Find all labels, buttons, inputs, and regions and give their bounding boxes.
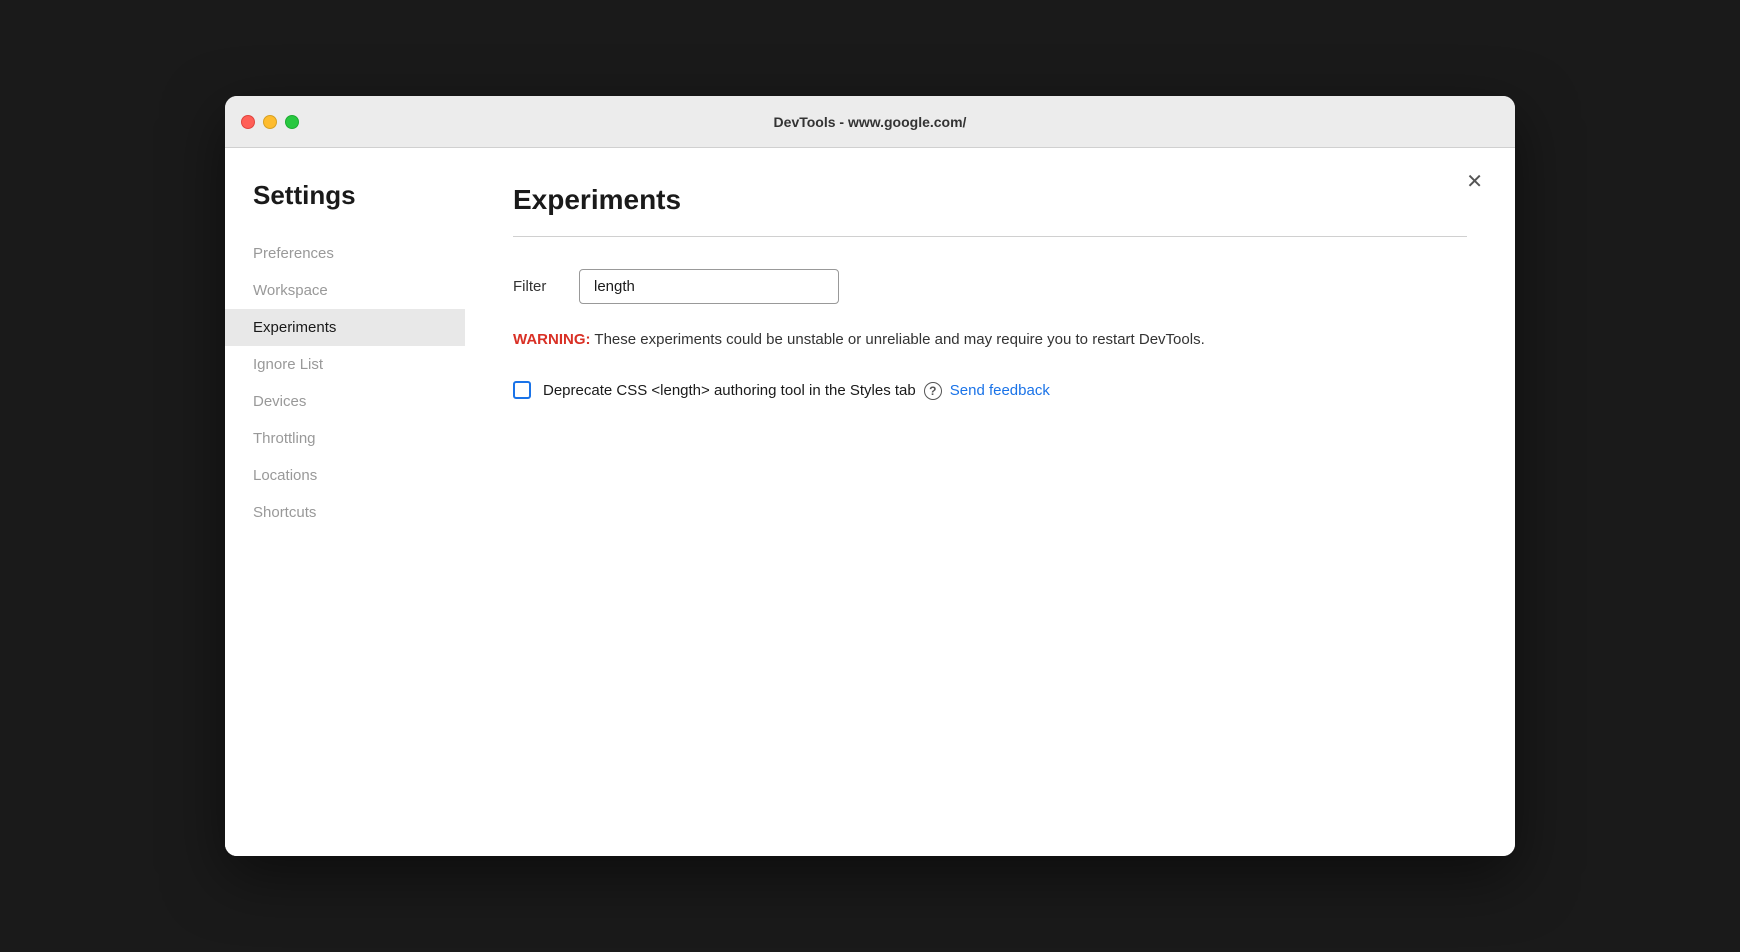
close-traffic-light[interactable] <box>241 115 255 129</box>
sidebar-item-devices[interactable]: Devices <box>225 383 465 420</box>
experiment-item: Deprecate CSS <length> authoring tool in… <box>513 380 1467 403</box>
close-button[interactable]: ✕ <box>1462 168 1487 196</box>
warning-box: WARNING: These experiments could be unst… <box>513 328 1467 352</box>
experiment-checkbox[interactable] <box>513 381 531 399</box>
experiment-label: Deprecate CSS <length> authoring tool in… <box>543 380 1050 403</box>
minimize-traffic-light[interactable] <box>263 115 277 129</box>
content-area: ✕ Experiments Filter WARNING: These expe… <box>465 148 1515 856</box>
sidebar-item-ignore-list[interactable]: Ignore List <box>225 346 465 383</box>
experiment-label-text: Deprecate CSS <length> authoring tool in… <box>543 380 916 403</box>
warning-text: WARNING: These experiments could be unst… <box>513 328 1467 352</box>
sidebar: Settings Preferences Workspace Experimen… <box>225 148 465 856</box>
sidebar-item-locations[interactable]: Locations <box>225 457 465 494</box>
filter-label: Filter <box>513 278 563 295</box>
send-feedback-link[interactable]: Send feedback <box>950 380 1050 403</box>
sidebar-nav: Preferences Workspace Experiments Ignore… <box>225 235 465 531</box>
titlebar: DevTools - www.google.com/ <box>225 96 1515 148</box>
traffic-lights <box>241 115 299 129</box>
sidebar-item-workspace[interactable]: Workspace <box>225 272 465 309</box>
sidebar-item-preferences[interactable]: Preferences <box>225 235 465 272</box>
maximize-traffic-light[interactable] <box>285 115 299 129</box>
page-title: Experiments <box>513 184 1467 216</box>
help-icon[interactable]: ? <box>924 382 942 400</box>
filter-input[interactable] <box>579 269 839 304</box>
sidebar-item-experiments[interactable]: Experiments <box>225 309 465 346</box>
filter-row: Filter <box>513 269 1467 304</box>
devtools-window: DevTools - www.google.com/ Settings Pref… <box>225 96 1515 856</box>
main-content: Settings Preferences Workspace Experimen… <box>225 148 1515 856</box>
content-divider <box>513 236 1467 237</box>
warning-message: These experiments could be unstable or u… <box>594 331 1204 348</box>
warning-label: WARNING: <box>513 331 591 348</box>
sidebar-item-throttling[interactable]: Throttling <box>225 420 465 457</box>
sidebar-title: Settings <box>225 180 465 235</box>
window-title: DevTools - www.google.com/ <box>774 114 967 130</box>
sidebar-item-shortcuts[interactable]: Shortcuts <box>225 494 465 531</box>
